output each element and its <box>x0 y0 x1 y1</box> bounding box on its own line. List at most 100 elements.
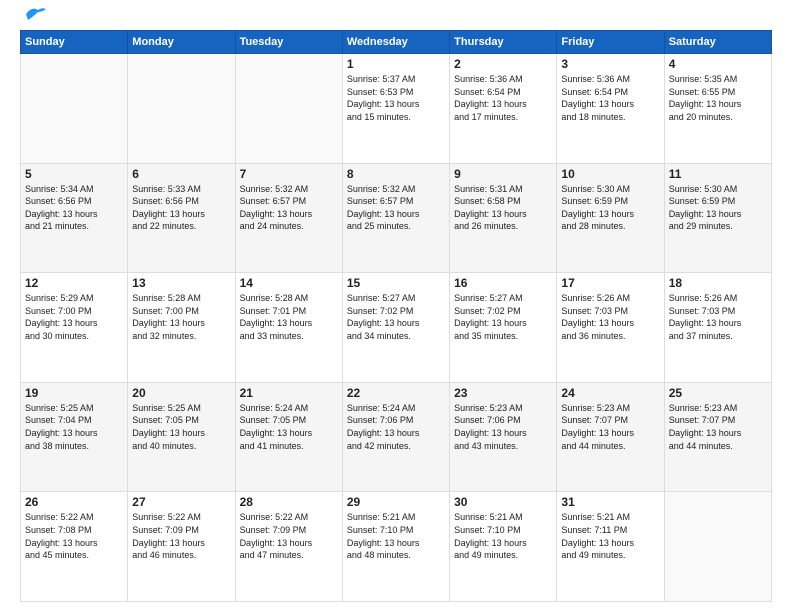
calendar-cell: 10 Sunrise: 5:30 AMSunset: 6:59 PMDayligh… <box>557 163 664 273</box>
day-number: 2 <box>454 57 552 71</box>
day-info: Sunrise: 5:36 AMSunset: 6:54 PMDaylight:… <box>561 73 659 123</box>
header <box>20 16 772 22</box>
day-info: Sunrise: 5:26 AMSunset: 7:03 PMDaylight:… <box>669 292 767 342</box>
calendar-cell: 11 Sunrise: 5:30 AMSunset: 6:59 PMDayligh… <box>664 163 771 273</box>
calendar-cell: 12 Sunrise: 5:29 AMSunset: 7:00 PMDayligh… <box>21 273 128 383</box>
calendar-cell: 26Sunrise: 5:22 AMSunset: 7:08 PMDayligh… <box>21 492 128 602</box>
calendar-cell: 19 Sunrise: 5:25 AMSunset: 7:04 PMDayligh… <box>21 382 128 492</box>
day-number: 15 <box>347 276 445 290</box>
day-info: Sunrise: 5:24 AMSunset: 7:05 PMDaylight:… <box>240 402 338 452</box>
day-info: Sunrise: 5:23 AMSunset: 7:07 PMDaylight:… <box>669 402 767 452</box>
calendar-cell: 31 Sunrise: 5:21 AMSunset: 7:11 PMDayligh… <box>557 492 664 602</box>
day-info: Sunrise: 5:30 AMSunset: 6:59 PMDaylight:… <box>669 183 767 233</box>
day-info: Sunrise: 5:21 AMSunset: 7:10 PMDaylight:… <box>347 511 445 561</box>
day-info: Sunrise: 5:21 AMSunset: 7:10 PMDaylight:… <box>454 511 552 561</box>
day-number: 28 <box>240 495 338 509</box>
day-info: Sunrise: 5:35 AMSunset: 6:55 PMDaylight:… <box>669 73 767 123</box>
week-row-5: 26Sunrise: 5:22 AMSunset: 7:08 PMDayligh… <box>21 492 772 602</box>
calendar-cell: 29Sunrise: 5:21 AMSunset: 7:10 PMDayligh… <box>342 492 449 602</box>
calendar-cell: 16 Sunrise: 5:27 AMSunset: 7:02 PMDayligh… <box>450 273 557 383</box>
day-info: Sunrise: 5:28 AMSunset: 7:00 PMDaylight:… <box>132 292 230 342</box>
calendar-cell: 2 Sunrise: 5:36 AMSunset: 6:54 PMDaylight… <box>450 54 557 164</box>
day-number: 5 <box>25 167 123 181</box>
day-info: Sunrise: 5:21 AMSunset: 7:11 PMDaylight:… <box>561 511 659 561</box>
weekday-header-sunday: Sunday <box>21 31 128 54</box>
calendar-cell: 1Sunrise: 5:37 AMSunset: 6:53 PMDaylight… <box>342 54 449 164</box>
weekday-header-row: SundayMondayTuesdayWednesdayThursdayFrid… <box>21 31 772 54</box>
calendar-cell: 17Sunrise: 5:26 AMSunset: 7:03 PMDayligh… <box>557 273 664 383</box>
week-row-2: 5 Sunrise: 5:34 AMSunset: 6:56 PMDaylight… <box>21 163 772 273</box>
day-number: 3 <box>561 57 659 71</box>
calendar-cell <box>664 492 771 602</box>
day-info: Sunrise: 5:27 AMSunset: 7:02 PMDaylight:… <box>454 292 552 342</box>
day-number: 31 <box>561 495 659 509</box>
day-number: 11 <box>669 167 767 181</box>
day-info: Sunrise: 5:23 AMSunset: 7:06 PMDaylight:… <box>454 402 552 452</box>
calendar-cell: 7Sunrise: 5:32 AMSunset: 6:57 PMDaylight… <box>235 163 342 273</box>
day-number: 9 <box>454 167 552 181</box>
day-number: 4 <box>669 57 767 71</box>
day-info: Sunrise: 5:34 AMSunset: 6:56 PMDaylight:… <box>25 183 123 233</box>
day-number: 13 <box>132 276 230 290</box>
calendar-cell: 15 Sunrise: 5:27 AMSunset: 7:02 PMDayligh… <box>342 273 449 383</box>
day-info: Sunrise: 5:27 AMSunset: 7:02 PMDaylight:… <box>347 292 445 342</box>
day-number: 25 <box>669 386 767 400</box>
calendar-cell: 22 Sunrise: 5:24 AMSunset: 7:06 PMDayligh… <box>342 382 449 492</box>
day-info: Sunrise: 5:30 AMSunset: 6:59 PMDaylight:… <box>561 183 659 233</box>
day-number: 7 <box>240 167 338 181</box>
calendar-cell: 13 Sunrise: 5:28 AMSunset: 7:00 PMDayligh… <box>128 273 235 383</box>
calendar-cell <box>21 54 128 164</box>
calendar-cell: 5 Sunrise: 5:34 AMSunset: 6:56 PMDaylight… <box>21 163 128 273</box>
weekday-header-thursday: Thursday <box>450 31 557 54</box>
calendar-cell: 20Sunrise: 5:25 AMSunset: 7:05 PMDayligh… <box>128 382 235 492</box>
day-info: Sunrise: 5:25 AMSunset: 7:04 PMDaylight:… <box>25 402 123 452</box>
day-info: Sunrise: 5:22 AMSunset: 7:09 PMDaylight:… <box>132 511 230 561</box>
calendar-cell: 4 Sunrise: 5:35 AMSunset: 6:55 PMDaylight… <box>664 54 771 164</box>
week-row-4: 19 Sunrise: 5:25 AMSunset: 7:04 PMDayligh… <box>21 382 772 492</box>
logo-bird-icon <box>24 6 46 22</box>
day-info: Sunrise: 5:29 AMSunset: 7:00 PMDaylight:… <box>25 292 123 342</box>
calendar-cell: 27 Sunrise: 5:22 AMSunset: 7:09 PMDayligh… <box>128 492 235 602</box>
calendar-cell: 9 Sunrise: 5:31 AMSunset: 6:58 PMDaylight… <box>450 163 557 273</box>
day-info: Sunrise: 5:26 AMSunset: 7:03 PMDaylight:… <box>561 292 659 342</box>
day-number: 18 <box>669 276 767 290</box>
weekday-header-saturday: Saturday <box>664 31 771 54</box>
day-number: 8 <box>347 167 445 181</box>
day-number: 30 <box>454 495 552 509</box>
day-number: 19 <box>25 386 123 400</box>
calendar-cell <box>128 54 235 164</box>
day-number: 24 <box>561 386 659 400</box>
weekday-header-tuesday: Tuesday <box>235 31 342 54</box>
calendar-cell: 18 Sunrise: 5:26 AMSunset: 7:03 PMDayligh… <box>664 273 771 383</box>
day-info: Sunrise: 5:28 AMSunset: 7:01 PMDaylight:… <box>240 292 338 342</box>
day-info: Sunrise: 5:31 AMSunset: 6:58 PMDaylight:… <box>454 183 552 233</box>
day-number: 21 <box>240 386 338 400</box>
day-number: 16 <box>454 276 552 290</box>
day-number: 22 <box>347 386 445 400</box>
day-info: Sunrise: 5:22 AMSunset: 7:09 PMDaylight:… <box>240 511 338 561</box>
week-row-1: 1Sunrise: 5:37 AMSunset: 6:53 PMDaylight… <box>21 54 772 164</box>
calendar-cell: 24 Sunrise: 5:23 AMSunset: 7:07 PMDayligh… <box>557 382 664 492</box>
day-info: Sunrise: 5:36 AMSunset: 6:54 PMDaylight:… <box>454 73 552 123</box>
calendar-cell: 14Sunrise: 5:28 AMSunset: 7:01 PMDayligh… <box>235 273 342 383</box>
day-number: 1 <box>347 57 445 71</box>
weekday-header-monday: Monday <box>128 31 235 54</box>
day-number: 27 <box>132 495 230 509</box>
calendar-cell: 21 Sunrise: 5:24 AMSunset: 7:05 PMDayligh… <box>235 382 342 492</box>
day-info: Sunrise: 5:24 AMSunset: 7:06 PMDaylight:… <box>347 402 445 452</box>
day-info: Sunrise: 5:23 AMSunset: 7:07 PMDaylight:… <box>561 402 659 452</box>
weekday-header-friday: Friday <box>557 31 664 54</box>
day-number: 23 <box>454 386 552 400</box>
calendar-cell: 8Sunrise: 5:32 AMSunset: 6:57 PMDaylight… <box>342 163 449 273</box>
logo <box>20 16 46 22</box>
day-number: 6 <box>132 167 230 181</box>
calendar-cell: 3 Sunrise: 5:36 AMSunset: 6:54 PMDaylight… <box>557 54 664 164</box>
day-info: Sunrise: 5:25 AMSunset: 7:05 PMDaylight:… <box>132 402 230 452</box>
calendar-cell: 28 Sunrise: 5:22 AMSunset: 7:09 PMDayligh… <box>235 492 342 602</box>
calendar-cell: 6Sunrise: 5:33 AMSunset: 6:56 PMDaylight… <box>128 163 235 273</box>
calendar-cell: 30 Sunrise: 5:21 AMSunset: 7:10 PMDayligh… <box>450 492 557 602</box>
day-number: 10 <box>561 167 659 181</box>
day-info: Sunrise: 5:22 AMSunset: 7:08 PMDaylight:… <box>25 511 123 561</box>
calendar-cell <box>235 54 342 164</box>
day-number: 12 <box>25 276 123 290</box>
